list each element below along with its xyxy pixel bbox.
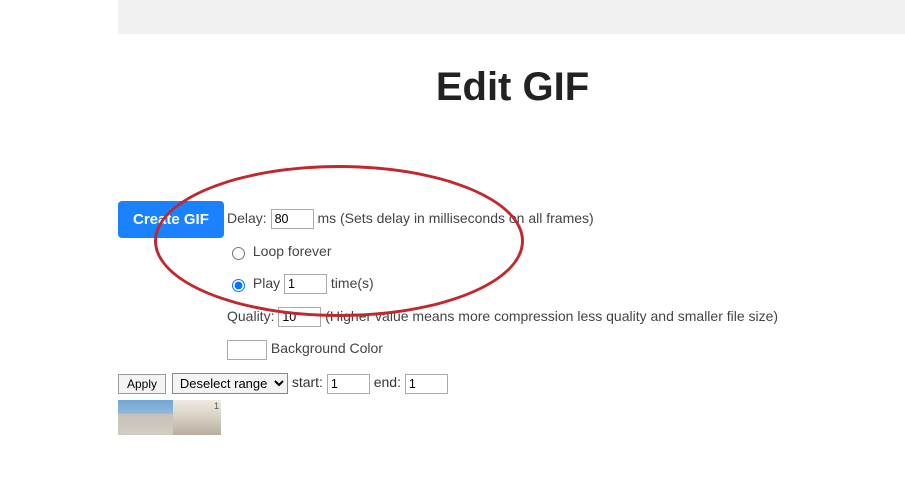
bg-color-row: Background Color — [227, 335, 778, 362]
range-controls: Apply Deselect range start: end: — [118, 373, 448, 394]
start-input[interactable] — [327, 374, 370, 394]
quality-row: Quality: (Higher value means more compre… — [227, 303, 778, 330]
delay-input[interactable] — [271, 209, 314, 229]
apply-button[interactable]: Apply — [118, 374, 166, 394]
quality-label: Quality: — [227, 308, 274, 324]
loop-forever-radio[interactable] — [232, 247, 245, 260]
play-suffix: time(s) — [331, 275, 374, 291]
page-title: Edit GIF — [0, 65, 905, 110]
delay-label: Delay: — [227, 210, 267, 226]
gif-options: Delay: ms (Sets delay in milliseconds on… — [227, 205, 778, 368]
delay-suffix: ms (Sets delay in milliseconds on all fr… — [317, 210, 593, 226]
create-gif-button[interactable]: Create GIF — [118, 201, 224, 238]
frame-thumbnails — [118, 400, 221, 435]
range-action-select[interactable]: Deselect range — [172, 373, 288, 394]
start-label: start: — [292, 374, 323, 390]
loop-forever-row: Loop forever — [227, 238, 778, 265]
play-times-radio[interactable] — [232, 279, 245, 292]
quality-suffix: (Higher value means more compression les… — [325, 308, 778, 324]
bg-color-label: Background Color — [271, 340, 383, 356]
delay-row: Delay: ms (Sets delay in milliseconds on… — [227, 205, 778, 232]
bg-color-input[interactable] — [227, 340, 267, 360]
end-input[interactable] — [405, 374, 448, 394]
quality-input[interactable] — [278, 307, 321, 327]
play-times-input[interactable] — [284, 274, 327, 294]
frame-thumb[interactable] — [118, 400, 173, 435]
top-bar — [118, 0, 905, 34]
play-prefix: Play — [253, 275, 280, 291]
play-times-row: Play time(s) — [227, 270, 778, 297]
frame-thumb[interactable] — [173, 400, 221, 435]
loop-forever-label: Loop forever — [253, 243, 332, 259]
end-label: end: — [374, 374, 401, 390]
